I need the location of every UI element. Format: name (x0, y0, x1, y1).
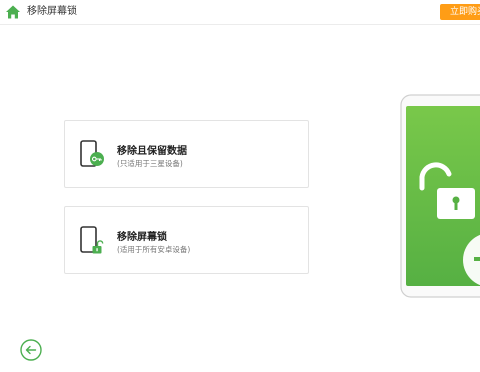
option-subtitle: (适用于所有安卓设备) (117, 245, 191, 254)
phone-unlock-illustration (400, 94, 480, 298)
home-icon[interactable] (5, 4, 21, 20)
option-title: 移除屏幕锁 (117, 232, 167, 243)
phone-unlock-icon (80, 226, 104, 254)
option-title: 移除且保留数据 (117, 146, 187, 157)
option-card-keep-data[interactable]: 移除且保留数据 (只适用于三星设备) (64, 120, 309, 188)
option-card-remove-lock[interactable]: 移除屏幕锁 (适用于所有安卓设备) (64, 206, 309, 274)
phone-key-icon (80, 140, 104, 167)
back-arrow-icon[interactable] (20, 339, 42, 361)
option-subtitle: (只适用于三星设备) (117, 159, 183, 168)
page-title: 移除屏幕锁 (27, 6, 77, 17)
buy-now-button[interactable]: 立即购买 (440, 4, 480, 20)
title-bar: 移除屏幕锁 立即购买 (0, 0, 480, 25)
